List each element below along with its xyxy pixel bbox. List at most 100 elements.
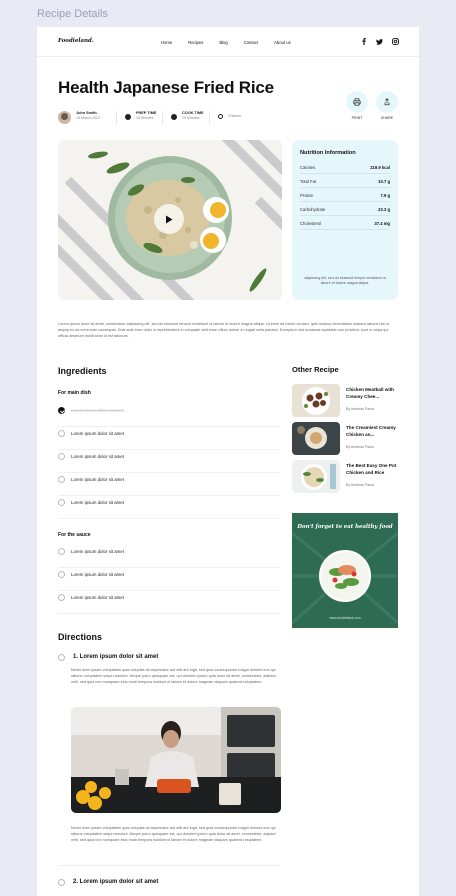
- other-recipe-author: By Andreas Paula: [346, 483, 374, 487]
- other-recipe-author: By Andreas Paula: [346, 407, 374, 411]
- nav-about[interactable]: About us: [274, 40, 291, 45]
- fork-knife-icon: [171, 114, 177, 120]
- social-links: [360, 38, 399, 45]
- print-label: PRINT: [351, 116, 363, 120]
- logo[interactable]: Foodieland.: [58, 38, 94, 44]
- nutrition-value: 22.3 g: [378, 207, 390, 212]
- step-title: 2. Lorem ipsum dolor sit amet: [73, 879, 159, 885]
- ingredient-item[interactable]: Lorem ipsum dolor sit amet: [58, 568, 280, 591]
- top-nav: Foodieland. Home Recipes Blog Contact Ab…: [37, 27, 419, 57]
- share-label: SHARE: [380, 116, 394, 120]
- ingredient-text: Lorem ipsum dolor sit amet: [71, 549, 124, 554]
- checkbox[interactable]: [58, 430, 65, 437]
- recipe-thumbnail: [292, 422, 340, 455]
- recipe-description: Lorem ipsum dolor sit amet, consectetur …: [58, 322, 390, 338]
- recipe-thumbnail: [292, 460, 340, 493]
- ingredient-text: Lorem ipsum dolor sit amet: [71, 477, 124, 482]
- checkbox[interactable]: [58, 594, 65, 601]
- nutrition-value: 219.9 kcal: [370, 165, 390, 170]
- recipe-video[interactable]: [58, 140, 282, 300]
- instagram-icon[interactable]: [392, 38, 399, 45]
- ingredient-text: Lorem ipsum dolor sit amet: [71, 595, 124, 600]
- nav-blog[interactable]: Blog: [219, 40, 227, 45]
- nutrition-value: 37.4 mg: [374, 221, 390, 226]
- promo-banner[interactable]: Don't forget to eat healthy food www.foo…: [292, 513, 398, 628]
- recipe-title: Health Japanese Fried Rice: [58, 78, 274, 97]
- prep-value: 15 Minutes: [136, 116, 154, 121]
- timer-icon: [125, 114, 131, 120]
- nutrition-row: Total Fat 10.7 g: [300, 174, 390, 188]
- promo-url: www.foodieland.com: [329, 616, 361, 620]
- step-checkbox[interactable]: [58, 654, 65, 661]
- post-date: 15 March 2022: [76, 116, 100, 121]
- nutrition-note: adipiscing elit, sed do eiusmod tempor i…: [304, 276, 386, 286]
- promo-title: Don't forget to eat healthy food: [297, 524, 393, 530]
- other-recipe-title[interactable]: Chicken Meatball with Creamy Chee...: [346, 387, 398, 400]
- nav-home[interactable]: Home: [161, 40, 172, 45]
- meta-divider: [116, 111, 117, 124]
- nutrition-label: Calories: [300, 165, 316, 170]
- step-checkbox[interactable]: [58, 879, 65, 886]
- ingredient-item[interactable]: Lorem ipsum dolor sit amet: [58, 473, 280, 496]
- other-recipe-title[interactable]: The Best Easy One Pot Chicken and Rice: [346, 463, 398, 476]
- nutrition-row: Protein 7.9 g: [300, 188, 390, 202]
- checkbox[interactable]: [58, 548, 65, 555]
- sauce-heading: For the sauce: [58, 532, 91, 538]
- salad-plate-image: [319, 550, 371, 602]
- printer-icon: [353, 98, 361, 106]
- step-text: Nemo enim ipsam voluptatem quia voluptas…: [71, 826, 276, 842]
- nutrition-value: 7.9 g: [380, 193, 390, 198]
- recipe-thumbnail: [292, 384, 340, 417]
- ingredients-heading: Ingredients: [58, 366, 107, 376]
- other-recipe-card[interactable]: The Best Easy One Pot Chicken and Rice B…: [292, 460, 398, 493]
- ingredient-item[interactable]: Lorem ipsum dolor sit amet: [58, 450, 280, 473]
- meta-divider: [162, 111, 163, 124]
- checkbox-checked[interactable]: [58, 407, 65, 414]
- step-title: 1. Lorem ipsum dolor sit amet: [73, 654, 159, 660]
- checkbox[interactable]: [58, 476, 65, 483]
- twitter-icon[interactable]: [376, 38, 383, 45]
- main-dish-heading: For main dish: [58, 390, 91, 396]
- cooking-image: [71, 707, 281, 813]
- author-avatar: [58, 111, 71, 124]
- share-button[interactable]: [376, 91, 398, 113]
- nutrition-card: Nutrition Information Calories 219.9 kca…: [292, 140, 398, 300]
- main-menu: Home Recipes Blog Contact About us: [161, 40, 307, 45]
- facebook-icon[interactable]: [360, 38, 367, 45]
- category-label[interactable]: Chicken: [228, 114, 241, 118]
- ingredient-text: Lorem ipsum dolor sit amet: [71, 408, 124, 413]
- nutrition-label: Cholesterol: [300, 221, 322, 226]
- nutrition-row: Cholesterol 37.4 mg: [300, 216, 390, 230]
- other-recipe-author: By Andreas Paula: [346, 445, 374, 449]
- ingredient-text: Lorem ipsum dolor sit amet: [71, 454, 124, 459]
- ingredient-text: Lorem ipsum dolor sit amet: [71, 572, 124, 577]
- play-button[interactable]: [154, 204, 184, 234]
- directions-heading: Directions: [58, 632, 103, 642]
- category-icon: [218, 114, 223, 119]
- nav-recipes[interactable]: Recipes: [188, 40, 203, 45]
- other-recipe-card[interactable]: Chicken Meatball with Creamy Chee... By …: [292, 384, 398, 417]
- other-recipe-card[interactable]: The Creamiest Creamy Chicken an... By An…: [292, 422, 398, 455]
- ingredient-item[interactable]: Lorem ipsum dolor sit amet: [58, 404, 280, 427]
- print-button[interactable]: [346, 91, 368, 113]
- checkbox[interactable]: [58, 453, 65, 460]
- cook-time: COOK TIME 15 Minutes: [182, 111, 204, 122]
- nutrition-title: Nutrition Information: [300, 150, 356, 156]
- nutrition-label: Carbohydrate: [300, 207, 326, 212]
- author-block: John Smith 15 March 2022: [76, 111, 100, 122]
- ingredient-text: Lorem ipsum dolor sit amet: [71, 431, 124, 436]
- other-recipe-heading: Other Recipe: [292, 365, 339, 374]
- ingredient-item[interactable]: Lorem ipsum dolor sit amet: [58, 496, 280, 519]
- ingredient-item[interactable]: Lorem ipsum dolor sit amet: [58, 591, 280, 614]
- nutrition-value: 10.7 g: [378, 179, 390, 184]
- ingredient-text: Lorem ipsum dolor sit amet: [71, 500, 124, 505]
- ingredient-item[interactable]: Lorem ipsum dolor sit amet: [58, 427, 280, 450]
- nav-contact[interactable]: Contact: [244, 40, 258, 45]
- frame-label: Recipe Details: [37, 8, 108, 20]
- ingredient-item[interactable]: Lorem ipsum dolor sit amet: [58, 545, 280, 568]
- nutrition-label: Protein: [300, 193, 314, 198]
- checkbox[interactable]: [58, 571, 65, 578]
- other-recipe-title[interactable]: The Creamiest Creamy Chicken an...: [346, 425, 398, 438]
- step-text: Nemo enim ipsam voluptatem quia voluptas…: [71, 668, 276, 684]
- checkbox[interactable]: [58, 499, 65, 506]
